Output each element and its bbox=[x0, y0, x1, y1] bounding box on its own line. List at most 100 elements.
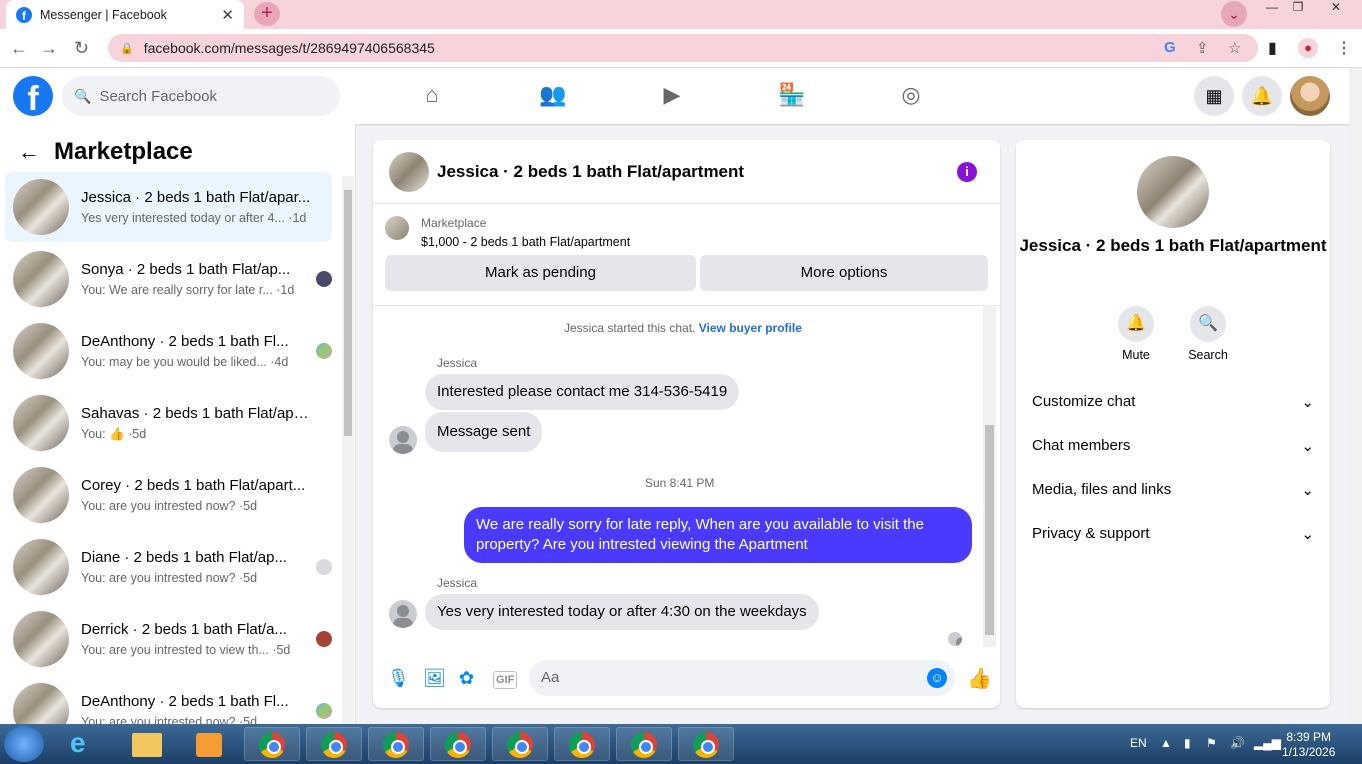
chat-title[interactable]: Jessica · 2 beds 1 bath Flat/apartment bbox=[437, 162, 744, 182]
conversation-item[interactable]: Derrick · 2 beds 1 bath Flat/a... You: ar… bbox=[5, 604, 332, 674]
chrome-window-button[interactable] bbox=[616, 727, 672, 761]
message-scrollbar[interactable] bbox=[983, 305, 996, 647]
facebook-search-input[interactable]: 🔍 Search Facebook bbox=[62, 76, 340, 116]
groups-icon[interactable]: ◎ bbox=[898, 82, 924, 108]
conversation-item[interactable]: DeAnthony · 2 beds 1 bath Fl... You: are … bbox=[5, 676, 332, 724]
incoming-message[interactable]: Message sent bbox=[425, 412, 543, 452]
back-arrow-icon[interactable]: ← bbox=[10, 38, 28, 59]
facebook-logo[interactable]: f bbox=[13, 76, 53, 116]
conversation-item[interactable]: Sonya · 2 beds 1 bath Flat/ap... You: We … bbox=[5, 244, 332, 314]
listing-title: $1,000 - 2 beds 1 bath Flat/apartment bbox=[421, 235, 631, 249]
conversation-name: DeAnthony · 2 beds 1 bath Fl... bbox=[81, 333, 289, 350]
file-explorer-icon[interactable] bbox=[126, 727, 170, 761]
conversation-item[interactable]: Sahavas · 2 beds 1 bath Flat/apa... You: … bbox=[5, 388, 332, 458]
conversation-list-panel: ← Marketplace Jessica · 2 beds 1 bath Fl… bbox=[0, 124, 356, 724]
tab-close-icon[interactable]: ✕ bbox=[221, 6, 234, 24]
page-scrollbar[interactable] bbox=[1349, 68, 1362, 724]
details-name: Jessica · 2 beds 1 bath Flat/apartment bbox=[1019, 236, 1327, 255]
home-icon[interactable]: ⌂ bbox=[419, 82, 445, 108]
scrollbar-thumb[interactable] bbox=[344, 190, 352, 436]
tab-search-chevron-icon[interactable]: ⌄ bbox=[1221, 1, 1247, 27]
view-buyer-profile-link[interactable]: View buyer profile bbox=[699, 321, 802, 335]
google-icon[interactable]: G bbox=[1164, 39, 1176, 56]
chrome-window-button[interactable] bbox=[368, 727, 424, 761]
conversation-list-scrollbar[interactable] bbox=[342, 176, 354, 724]
gif-icon[interactable]: GIF bbox=[493, 671, 518, 689]
tray-up-arrow-icon[interactable]: ▲ bbox=[1160, 736, 1172, 750]
reload-icon[interactable]: ↻ bbox=[74, 38, 89, 59]
search-conversation-button[interactable]: 🔍 Search bbox=[1178, 306, 1238, 362]
network-icon[interactable]: ▂▄▆ bbox=[1254, 736, 1281, 750]
search-label: Search bbox=[1188, 348, 1228, 362]
minimize-icon[interactable]: — bbox=[1260, 0, 1284, 16]
friends-icon[interactable]: 👥 bbox=[539, 82, 566, 108]
new-tab-button[interactable]: + bbox=[254, 2, 280, 26]
incoming-message[interactable]: Interested please contact me 314-536-541… bbox=[425, 374, 740, 410]
listing-thumbnail bbox=[385, 216, 409, 240]
photo-icon[interactable]: 🖼 bbox=[423, 668, 446, 689]
watch-icon[interactable]: ▶ bbox=[659, 82, 685, 108]
listing-banner[interactable]: Marketplace $1,000 - 2 beds 1 bath Flat/… bbox=[385, 216, 630, 249]
volume-icon[interactable]: 🔊 bbox=[1230, 736, 1245, 750]
windows-taskbar: e EN ▲ ▮ ⚑ 🔊 ▂▄▆ 8:39 PM 1/13/2026 bbox=[0, 724, 1362, 764]
chrome-window-button[interactable] bbox=[492, 727, 548, 761]
browser-tab[interactable]: f Messenger | Facebook ✕ bbox=[6, 0, 244, 29]
details-avatar[interactable] bbox=[1137, 156, 1209, 228]
internet-explorer-icon[interactable]: e bbox=[60, 727, 112, 761]
privacy-support-item[interactable]: Privacy & support ⌄ bbox=[1032, 525, 1314, 543]
url-field[interactable]: 🔒 facebook.com/messages/t/28694974065683… bbox=[108, 34, 1258, 62]
marketplace-icon[interactable]: 🏪 bbox=[778, 82, 805, 108]
account-avatar[interactable] bbox=[1290, 76, 1330, 116]
back-arrow-icon[interactable]: ← bbox=[18, 139, 40, 165]
notifications-bell-icon[interactable]: 🔔 bbox=[1242, 76, 1282, 116]
chrome-window-button[interactable] bbox=[678, 727, 734, 761]
media-player-icon[interactable] bbox=[188, 727, 232, 761]
listing-thumbnail bbox=[13, 395, 69, 451]
mute-button[interactable]: 🔔 Mute bbox=[1106, 306, 1166, 362]
search-icon: 🔍 bbox=[1190, 306, 1226, 342]
chrome-window-button[interactable] bbox=[306, 727, 362, 761]
customize-chat-item[interactable]: Customize chat ⌄ bbox=[1032, 393, 1314, 411]
more-options-button[interactable]: More options bbox=[700, 255, 988, 291]
media-files-links-item[interactable]: Media, files and links ⌄ bbox=[1032, 481, 1314, 499]
chat-avatar[interactable] bbox=[389, 151, 429, 192]
sticker-icon[interactable]: ✿ bbox=[459, 668, 474, 689]
chrome-window-button[interactable] bbox=[430, 727, 486, 761]
share-icon[interactable]: ⇪ bbox=[1196, 39, 1209, 57]
menu-dots-icon[interactable]: ⋮ bbox=[1336, 38, 1352, 58]
seen-avatar bbox=[316, 271, 332, 287]
side-panel-icon[interactable]: ▮ bbox=[1268, 38, 1277, 58]
start-button[interactable] bbox=[4, 726, 44, 762]
flag-icon[interactable]: ⚑ bbox=[1206, 736, 1217, 750]
system-clock[interactable]: 8:39 PM 1/13/2026 bbox=[1282, 730, 1335, 760]
incoming-message[interactable]: Yes very interested today or after 4:30 … bbox=[425, 594, 819, 630]
chat-members-item[interactable]: Chat members ⌄ bbox=[1032, 437, 1314, 455]
chrome-window-button[interactable] bbox=[554, 727, 610, 761]
info-icon[interactable]: i bbox=[957, 162, 977, 182]
chat-details-panel: Jessica · 2 beds 1 bath Flat/apartment 🔔… bbox=[1016, 140, 1330, 708]
chrome-window-button[interactable] bbox=[244, 727, 300, 761]
mark-as-pending-button[interactable]: Mark as pending bbox=[385, 255, 696, 291]
lock-icon[interactable]: 🔒 bbox=[120, 42, 134, 55]
menu-grid-icon[interactable]: ▦ bbox=[1194, 76, 1234, 116]
bookmark-star-icon[interactable]: ☆ bbox=[1228, 39, 1241, 57]
battery-icon[interactable]: ▮ bbox=[1184, 736, 1191, 750]
clock-time: 8:39 PM bbox=[1286, 730, 1332, 744]
profile-icon[interactable]: ● bbox=[1298, 38, 1318, 58]
forward-arrow-icon[interactable]: → bbox=[40, 38, 58, 59]
conversation-item[interactable]: DeAnthony · 2 beds 1 bath Fl... You: may … bbox=[5, 316, 332, 386]
language-indicator[interactable]: EN bbox=[1130, 736, 1147, 750]
conversation-name: Corey · 2 beds 1 bath Flat/apart... bbox=[81, 477, 306, 494]
listing-thumbnail bbox=[13, 539, 69, 595]
window-close-icon[interactable]: ✕ bbox=[1324, 0, 1348, 16]
like-thumb-icon[interactable]: 👍 bbox=[967, 666, 992, 691]
outgoing-message[interactable]: We are really sorry for late reply, When… bbox=[464, 507, 972, 563]
conversation-item[interactable]: Diane · 2 beds 1 bath Flat/ap... You: are… bbox=[5, 532, 332, 602]
conversation-item[interactable]: Jessica · 2 beds 1 bath Flat/apar... Yes … bbox=[5, 172, 332, 242]
microphone-icon[interactable]: 🎙 bbox=[387, 668, 410, 689]
scrollbar-thumb[interactable] bbox=[985, 425, 994, 635]
emoji-icon[interactable]: ☺ bbox=[927, 668, 947, 688]
restore-icon[interactable]: ❐ bbox=[1286, 0, 1310, 16]
conversation-item[interactable]: Corey · 2 beds 1 bath Flat/apart... You: … bbox=[5, 460, 332, 530]
message-input[interactable]: Aa ☺ bbox=[529, 660, 955, 696]
